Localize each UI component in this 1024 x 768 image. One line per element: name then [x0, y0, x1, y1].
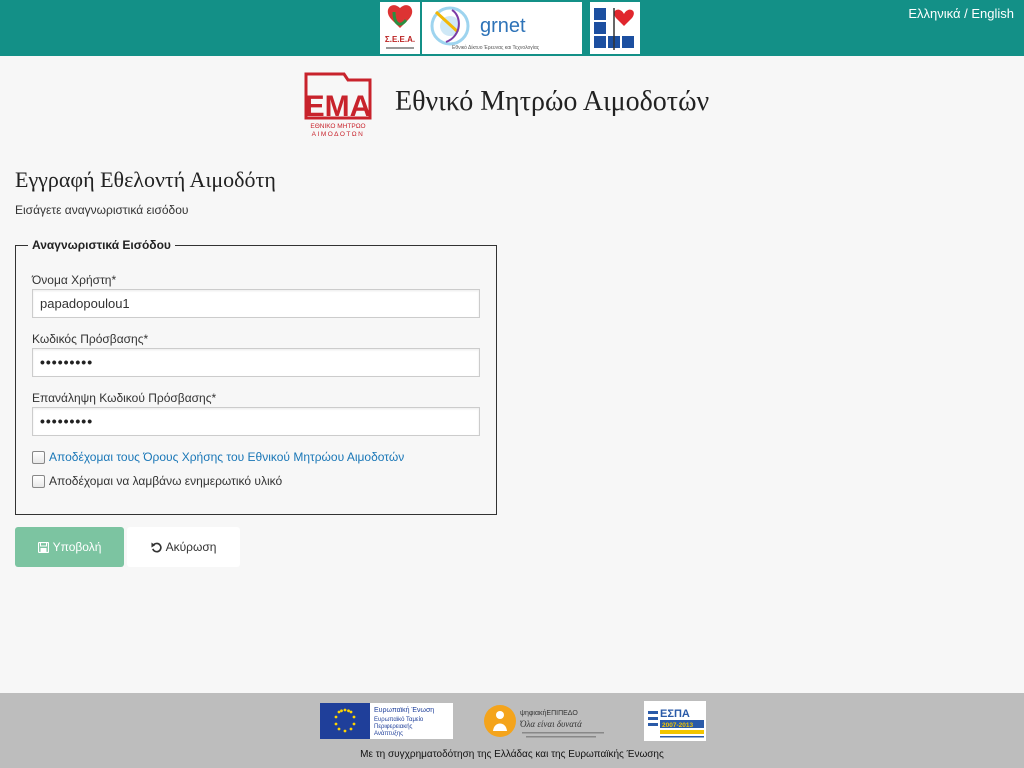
username-input[interactable]: papadopoulou1	[32, 289, 480, 318]
digital-convergence-logo: ψηφιακήΕΠΙΠΕΔΟ Όλα είναι δυνατά	[482, 701, 617, 741]
submit-button[interactable]: Υποβολή	[15, 527, 124, 567]
eu-logo: Ευρωπαϊκή Ένωση Ευρωπαϊκό Ταμείο Περιφερ…	[320, 703, 453, 739]
digital-line-2: Όλα είναι δυνατά	[520, 719, 582, 729]
ema-logo-mark: ΕΜΑ	[305, 90, 372, 123]
svg-text:Σ.Ε.Ε.Α.: Σ.Ε.Ε.Α.	[385, 35, 415, 44]
grnet-subtitle: Εθνικό Δίκτυο Έρευνας και Τεχνολογίας	[452, 44, 540, 51]
password-repeat-input[interactable]: •••••••••	[32, 407, 480, 436]
password-input[interactable]: •••••••••	[32, 348, 480, 377]
submit-label: Υποβολή	[52, 540, 102, 554]
eu-line-4: Ανάπτυξης	[374, 730, 403, 737]
terms-checkbox[interactable]	[32, 450, 45, 464]
undo-icon	[151, 541, 162, 553]
espa-years: 2007-2013	[662, 722, 693, 729]
espa-wordmark: ΕΣΠΑ	[660, 708, 690, 720]
ema-logo-sub-1: ΕΘΝΙΚΟ ΜΗΤΡΩΟ	[310, 123, 365, 130]
site-title: Εθνικό Μητρώο Αιμοδοτών	[395, 86, 710, 117]
ema-logo: ΕΜΑ ΕΘΝΙΚΟ ΜΗΤΡΩΟ ΑΙΜΟΔΟΤΩΝ	[304, 72, 374, 140]
grnet-wordmark: grnet	[480, 15, 526, 37]
save-icon	[37, 541, 49, 553]
eu-line-3: Περιφερειακής	[374, 723, 413, 730]
language-switch-link[interactable]: Ελληνικά / English	[908, 6, 1014, 21]
username-label: Όνομα Χρήστη*	[32, 273, 117, 287]
page-title: Εγγραφή Εθελοντή Αιμοδότη	[15, 167, 276, 192]
terms-link[interactable]: Αποδέχομαι τους Όρους Χρήσης του Εθνικού…	[49, 450, 404, 464]
page-subtitle: Εισάγετε αναγνωριστικά εισόδου	[15, 203, 189, 217]
password-label: Κωδικός Πρόσβασης*	[32, 332, 149, 346]
health-ministry-logo	[590, 2, 640, 54]
language-switch[interactable]: Ελληνικά / English	[908, 6, 1014, 21]
ema-logo-sub-2: ΑΙΜΟΔΟΤΩΝ	[312, 131, 365, 138]
terms-row: Αποδέχομαι τους Όρους Χρήσης του Εθνικού…	[32, 449, 404, 465]
grnet-logo: grnet Εθνικό Δίκτυο Έρευνας και Τεχνολογ…	[422, 2, 582, 54]
cofunding-text: Με τη συγχρηματοδότηση της Ελλάδας και τ…	[360, 749, 664, 760]
esea-logo: Σ.Ε.Ε.Α.	[380, 2, 420, 54]
newsletter-checkbox[interactable]	[32, 474, 45, 488]
cancel-label: Ακύρωση	[165, 540, 217, 554]
credentials-fieldset: Αναγνωριστικά Εισόδου Όνομα Χρήστη* papa…	[15, 238, 497, 515]
eu-line-1: Ευρωπαϊκή Ένωση	[374, 707, 434, 714]
password-repeat-label: Επανάληψη Κωδικού Πρόσβασης*	[32, 391, 217, 405]
espa-logo: ΕΣΠΑ 2007-2013	[644, 701, 706, 741]
cancel-button[interactable]: Ακύρωση	[127, 527, 240, 567]
fieldset-legend: Αναγνωριστικά Εισόδου	[28, 238, 175, 252]
newsletter-row: Αποδέχομαι να λαμβάνω ενημερωτικό υλικό	[32, 473, 282, 489]
footer: Ευρωπαϊκή Ένωση Ευρωπαϊκό Ταμείο Περιφερ…	[0, 693, 1024, 768]
digital-line-1: ψηφιακήΕΠΙΠΕΔΟ	[520, 710, 578, 717]
top-bar: Σ.Ε.Ε.Α. grnet Εθνικό Δίκτυο Έρευνας και…	[0, 0, 1024, 56]
newsletter-label: Αποδέχομαι να λαμβάνω ενημερωτικό υλικό	[49, 474, 283, 488]
eu-line-2: Ευρωπαϊκό Ταμείο	[374, 716, 424, 723]
